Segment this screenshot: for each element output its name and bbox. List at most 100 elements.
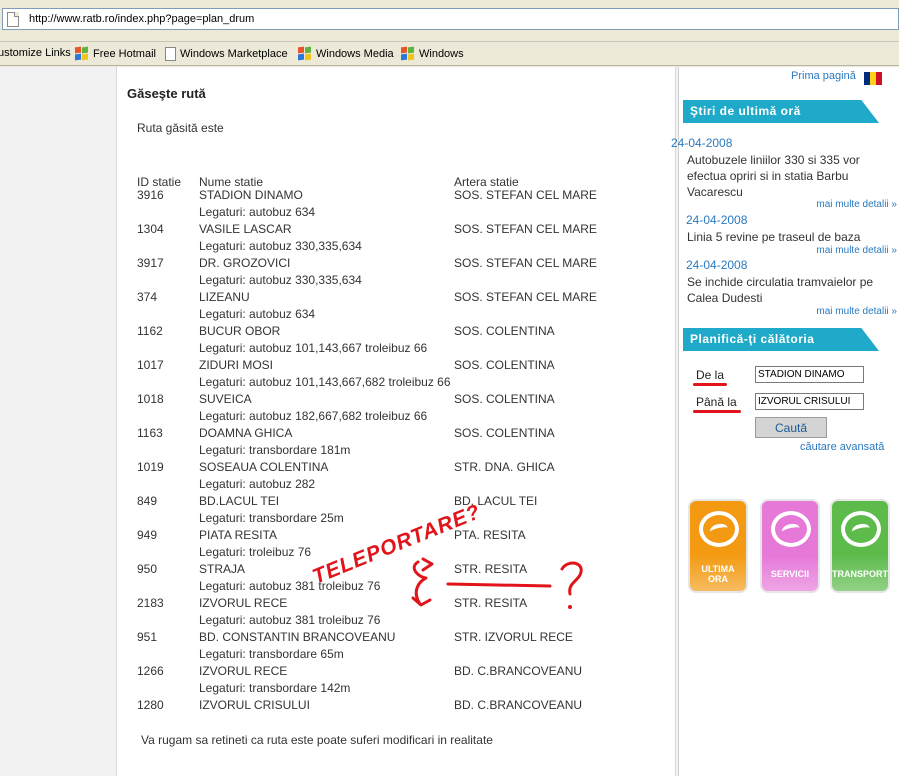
more-details-link[interactable]: mai multe detalii » <box>816 306 897 317</box>
news-date: 24-04-2008 <box>686 258 748 272</box>
tile-label: ORA <box>708 574 728 584</box>
to-input[interactable] <box>755 393 864 410</box>
ratb-logo-icon <box>841 511 881 547</box>
station-connections: Legaturi: autobuz 330,335,634 <box>199 273 362 287</box>
station-name: LIZEANU <box>199 290 250 304</box>
station-name: IZVORUL CRISULUI <box>199 698 310 712</box>
station-name: BD. CONSTANTIN BRANCOVEANU <box>199 630 396 644</box>
from-input[interactable] <box>755 366 864 383</box>
sidebar: Prima pagină Ştiri de ultimă oră 24-04-2… <box>671 67 899 776</box>
ratb-logo-icon <box>771 511 811 547</box>
station-artery: SOS. STEFAN CEL MARE <box>454 290 597 304</box>
planner-heading: Planifică-ţi călătoria <box>683 328 879 351</box>
link-label: Windows Media <box>316 48 394 60</box>
station-name: SUVEICA <box>199 392 252 406</box>
annotation-text: TELEPORTARE? <box>309 500 484 588</box>
windows-icon <box>297 46 312 61</box>
tile-label: TRANSPORT <box>832 569 888 579</box>
document-icon <box>165 47 176 61</box>
from-label: De la <box>696 368 725 382</box>
windows-icon <box>400 46 415 61</box>
station-artery: STR. DNA. GHICA <box>454 460 555 474</box>
station-name: IZVORUL RECE <box>199 664 288 678</box>
station-artery: SOS. COLENTINA <box>454 392 555 406</box>
link-label: Windows Marketplace <box>180 48 288 60</box>
page-icon <box>7 12 19 27</box>
station-name: ZIDURI MOSI <box>199 358 273 372</box>
annotation-question-dot <box>568 605 572 609</box>
address-bar: http://www.ratb.ro/index.php?page=plan_d… <box>0 0 899 42</box>
station-name: IZVORUL RECE <box>199 596 288 610</box>
station-artery: SOS. COLENTINA <box>454 358 555 372</box>
windows-icon <box>74 46 89 61</box>
web-page: Găseşte rută Ruta găsită este ID statie … <box>0 67 899 776</box>
station-artery: SOS. COLENTINA <box>454 324 555 338</box>
annotation-question-curve <box>560 561 583 596</box>
station-connections: Legaturi: autobuz 634 <box>199 205 316 219</box>
table-row: 1304 VASILE LASCAR Legaturi: autobuz 330,3… <box>117 222 677 256</box>
station-id: 1018 <box>137 392 164 406</box>
station-name: STRAJA <box>199 562 246 576</box>
column-header-name: Nume statie <box>199 175 264 189</box>
ultima-ora-tile[interactable]: ULTIMA ORA <box>688 499 748 593</box>
station-id: 1266 <box>137 664 164 678</box>
main-content: Găseşte rută Ruta găsită este ID statie … <box>116 67 676 776</box>
station-connections: Legaturi: autobuz 182,667,682 troleibuz … <box>199 409 428 423</box>
from-underline-mark <box>693 383 727 386</box>
page-title: Găseşte rută <box>127 86 206 101</box>
news-text[interactable]: Se inchide circulatia tramvaielor pe Cal… <box>687 274 892 306</box>
station-id: 951 <box>137 630 158 644</box>
station-id: 849 <box>137 494 158 508</box>
station-name: BD.LACUL TEI <box>199 494 280 508</box>
station-artery: BD. C.BRANCOVEANU <box>454 664 583 678</box>
advanced-search-link[interactable]: căutare avansată <box>800 441 884 453</box>
station-connections: Legaturi: autobuz 330,335,634 <box>199 239 362 253</box>
station-id: 1019 <box>137 460 164 474</box>
news-text[interactable]: Linia 5 revine pe traseul de baza <box>687 229 892 245</box>
windows-link[interactable]: Windows <box>400 46 464 61</box>
station-artery: SOS. STEFAN CEL MARE <box>454 256 597 270</box>
station-id: 1017 <box>137 358 164 372</box>
column-header-id: ID statie <box>137 175 182 189</box>
station-id: 1163 <box>137 426 163 440</box>
more-details-link[interactable]: mai multe detalii » <box>816 245 897 256</box>
table-row: 3916 STADION DINAMO Legaturi: autobuz 634 S… <box>117 188 677 222</box>
table-row: 374 LIZEANU Legaturi: autobuz 634 SOS. STEF… <box>117 290 677 324</box>
annotation-arrowhead <box>421 557 434 572</box>
station-connections: Legaturi: transbordare 142m <box>199 681 351 695</box>
station-connections: Legaturi: transbordare 65m <box>199 647 344 661</box>
station-connections: Legaturi: autobuz 282 <box>199 477 316 491</box>
link-label: Windows <box>419 48 464 60</box>
station-name: SOSEAUA COLENTINA <box>199 460 329 474</box>
url-field[interactable]: http://www.ratb.ro/index.php?page=plan_d… <box>2 8 899 30</box>
route-intro: Ruta găsită este <box>137 121 224 135</box>
station-id: 1162 <box>137 324 163 338</box>
transport-tile[interactable]: TRANSPORT <box>830 499 890 593</box>
tile-label: SERVICII <box>770 569 810 579</box>
romanian-flag-icon[interactable] <box>864 72 882 85</box>
station-name: VASILE LASCAR <box>199 222 292 236</box>
customize-links-link[interactable]: ustomize Links <box>0 47 71 59</box>
free-hotmail-link[interactable]: Free Hotmail <box>74 46 156 61</box>
windows-media-link[interactable]: Windows Media <box>297 46 394 61</box>
more-details-link[interactable]: mai multe detalii » <box>816 199 897 210</box>
links-toolbar: ustomize Links Free Hotmail Windows Mark… <box>0 42 899 66</box>
table-row: 1162 BUCUR OBOR Legaturi: autobuz 101,143,… <box>117 324 677 358</box>
station-id: 374 <box>137 290 158 304</box>
url-text: http://www.ratb.ro/index.php?page=plan_d… <box>29 13 255 25</box>
news-date: 24-04-2008 <box>686 213 748 227</box>
station-name: DR. GROZOVICI <box>199 256 291 270</box>
station-id: 2183 <box>137 596 164 610</box>
servicii-tile[interactable]: SERVICII <box>760 499 820 593</box>
station-artery: SOS. STEFAN CEL MARE <box>454 188 597 202</box>
link-label: Free Hotmail <box>93 48 156 60</box>
table-row: 1266 IZVORUL RECE Legaturi: transbordare 1… <box>117 664 677 698</box>
station-id: 950 <box>137 562 158 576</box>
news-heading: Ştiri de ultimă oră <box>683 100 879 123</box>
handwritten-annotation: TELEPORTARE? <box>309 500 583 609</box>
search-button[interactable]: Caută <box>755 417 827 438</box>
news-text[interactable]: Autobuzele liniilor 330 si 335 vor efect… <box>687 152 892 200</box>
to-label: Până la <box>696 395 737 409</box>
windows-marketplace-link[interactable]: Windows Marketplace <box>165 47 288 61</box>
home-link[interactable]: Prima pagină <box>791 70 856 82</box>
